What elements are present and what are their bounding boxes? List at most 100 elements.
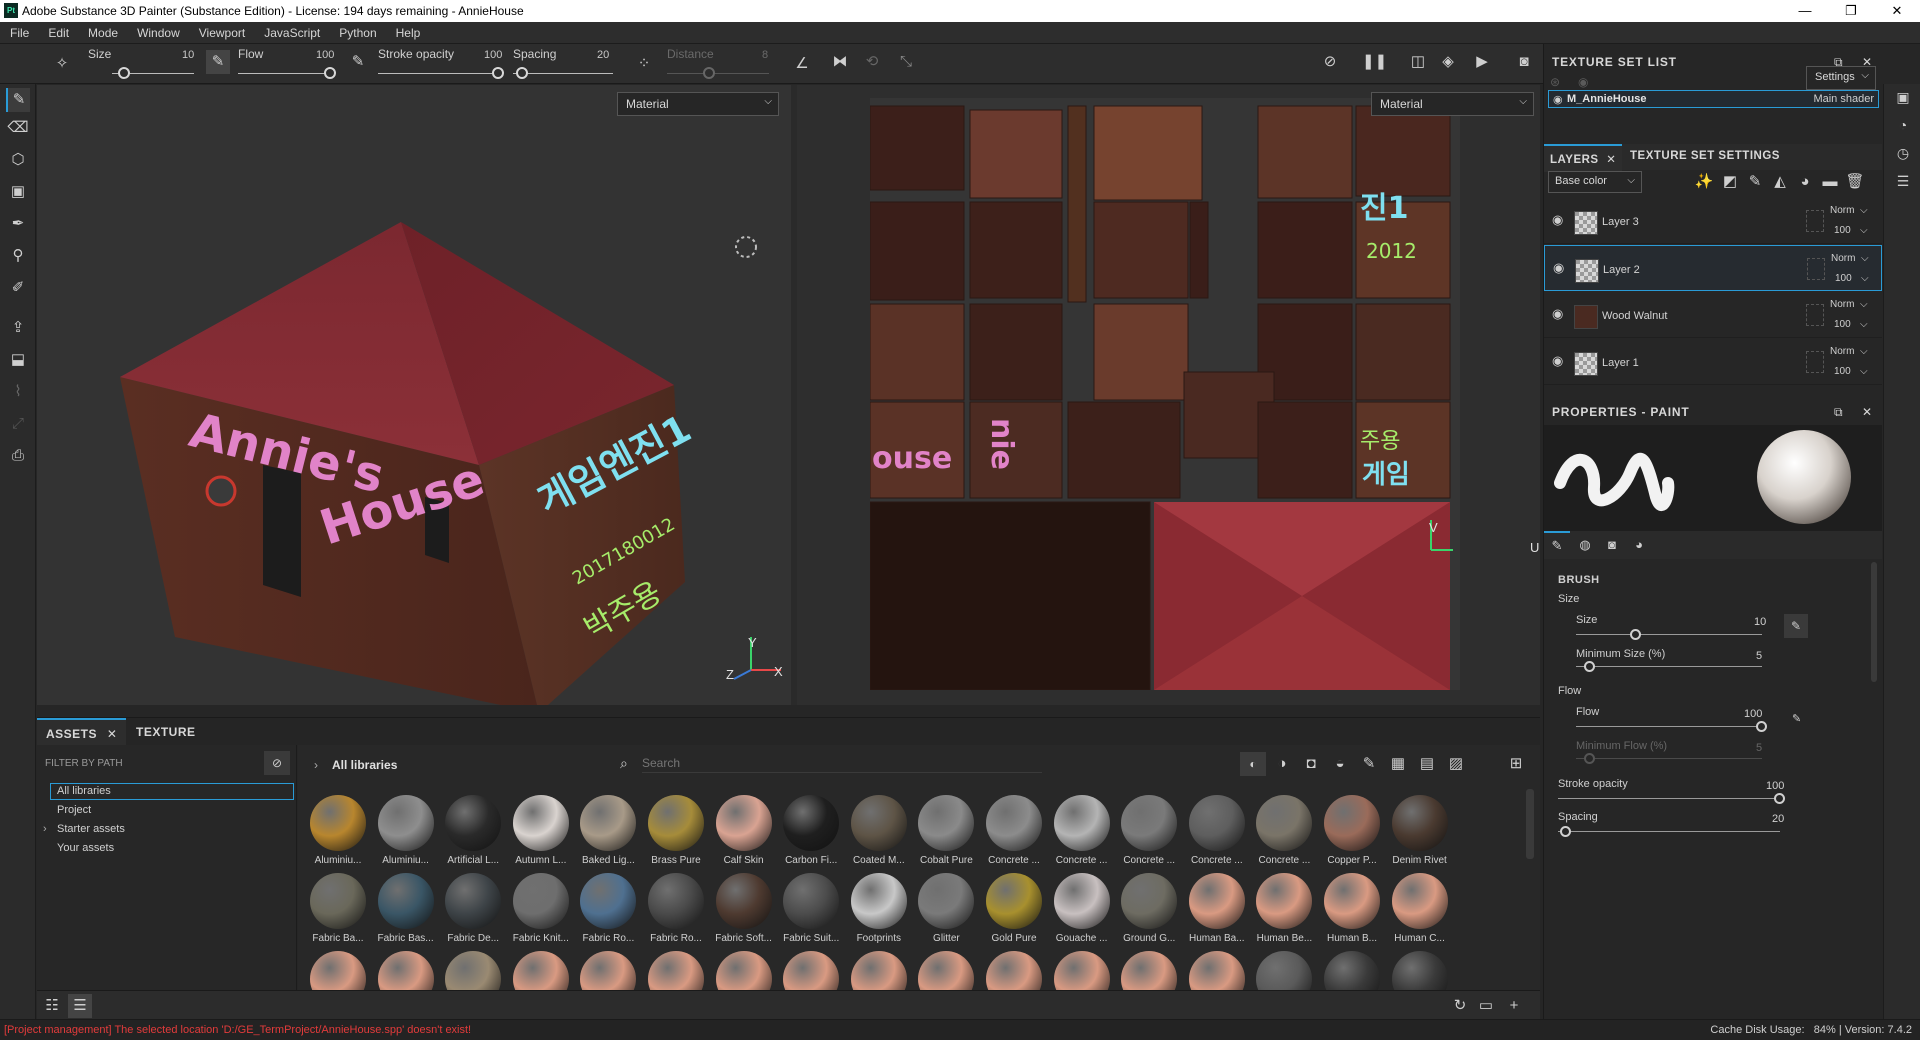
mirror-icon[interactable]: ⟲	[860, 50, 884, 74]
chevron-down-icon[interactable]: ⌵	[1860, 319, 1868, 330]
minimize-button[interactable]: —	[1782, 0, 1828, 22]
asset-item[interactable]: Fabric Ro...	[644, 873, 708, 951]
asset-item[interactable]	[847, 951, 911, 991]
detail-view-icon[interactable]: ☰	[68, 994, 92, 1018]
display-settings-icon[interactable]: ▣	[1892, 86, 1914, 108]
layer-blend-mode[interactable]: Norm	[1831, 253, 1855, 264]
layer-mask-slot[interactable]	[1806, 351, 1824, 373]
delete-layer-icon[interactable]: 🗑	[1843, 170, 1867, 194]
texture-set-item[interactable]: ◉ M_AnnieHouse Main shader	[1548, 90, 1879, 108]
asset-item[interactable]: Fabric Soft...	[712, 873, 776, 951]
asset-item[interactable]: Aluminiu...	[306, 795, 370, 873]
viewport-2d[interactable]: Material ⌵ 진1 2012 주용 게임 ouse nie V U	[797, 85, 1540, 705]
tab-texture[interactable]: TEXTURE	[127, 718, 205, 746]
flow-pressure-icon[interactable]: ✎	[1792, 712, 1801, 725]
prop-min-size-knob[interactable]	[1584, 661, 1595, 672]
smudge-icon[interactable]: ✒	[6, 212, 30, 236]
chevron-down-icon[interactable]: ⌵	[1860, 366, 1868, 377]
menu-edit[interactable]: Edit	[38, 22, 78, 44]
search-input[interactable]	[642, 753, 1042, 773]
asset-item[interactable]: Cobalt Pure	[914, 795, 978, 873]
brush-tab-icon[interactable]: ✎	[1544, 531, 1570, 559]
asset-item[interactable]: Denim Rivet	[1388, 795, 1452, 873]
menu-viewport[interactable]: Viewport	[189, 22, 254, 44]
add-fill-layer-icon[interactable]: ◭	[1768, 170, 1792, 194]
asset-item[interactable]: Glitter	[914, 873, 978, 951]
layer-row[interactable]: ◉ Layer 1 Norm 100 ⌵ ⌵	[1544, 339, 1882, 385]
asset-item[interactable]: Concrete ...	[1117, 795, 1181, 873]
hide-filter-icon[interactable]: ⊘	[264, 751, 290, 775]
layer-blend-mode[interactable]: Norm	[1830, 299, 1854, 310]
camera-icon[interactable]: ▶	[1470, 50, 1494, 74]
stroke-opacity-slider[interactable]	[378, 73, 500, 74]
asset-scrollbar[interactable]	[1526, 789, 1534, 859]
asset-item[interactable]: Ground G...	[1117, 873, 1181, 951]
filter-grids-icon[interactable]: ▤	[1415, 752, 1439, 776]
prop-stroke-opacity-slider[interactable]	[1558, 798, 1780, 799]
viewport-3d[interactable]: Material ⌵ Annie's House 게임엔진1 2017180012…	[37, 85, 791, 705]
layer-row[interactable]: ◉ Layer 3 Norm 100 ⌵ ⌵	[1544, 198, 1882, 244]
log-icon[interactable]: ☰	[1892, 170, 1914, 192]
paint-brush-icon[interactable]: ✎	[6, 88, 30, 112]
view-split-icon[interactable]: ◫	[1406, 50, 1430, 74]
add-effect-icon[interactable]: ✨	[1692, 170, 1716, 194]
menu-python[interactable]: Python	[329, 22, 385, 44]
prop-flow-slider[interactable]	[1576, 726, 1762, 727]
asset-item[interactable]: Human Be...	[1252, 873, 1316, 951]
pen-pressure-size-icon[interactable]: ✎	[206, 50, 230, 74]
asset-item[interactable]: Carbon Fi...	[779, 795, 843, 873]
filter-environments-icon[interactable]: ▨	[1444, 752, 1468, 776]
close-icon[interactable]: ✕	[107, 727, 118, 741]
asset-item[interactable]: Concrete ...	[1252, 795, 1316, 873]
hide-icon[interactable]: ⊘	[1318, 50, 1342, 74]
layer-opacity[interactable]: 100	[1834, 319, 1851, 330]
mesh-icon[interactable]: ⌇	[6, 380, 30, 404]
size-pressure-icon[interactable]: ✎	[1784, 614, 1808, 638]
layer-mask-slot[interactable]	[1806, 210, 1824, 232]
asset-item[interactable]: Footprints	[847, 873, 911, 951]
transform-icon[interactable]: ⤡	[894, 50, 918, 74]
prop-spacing-slider[interactable]	[1558, 831, 1780, 832]
stroke-opacity-slider-knob[interactable]	[492, 67, 504, 79]
filter-masks-icon[interactable]: ◘	[1299, 752, 1323, 776]
chevron-down-icon[interactable]: ⌵	[1860, 225, 1868, 236]
shader-settings-icon[interactable]: ◔	[1892, 114, 1914, 136]
close-icon[interactable]: ✕	[1606, 154, 1616, 166]
layer-row[interactable]: ◉ Layer 2 Norm 100 ⌵ ⌵	[1544, 245, 1882, 291]
eye-icon[interactable]: ◉	[1552, 212, 1563, 228]
close-button[interactable]: ✕	[1874, 0, 1920, 22]
filter-starter-assets[interactable]: Starter assets	[57, 823, 125, 835]
polygon-fill-icon[interactable]: ▣	[6, 180, 30, 204]
alpha-tab-icon[interactable]: ◍	[1572, 531, 1598, 559]
stencil-tab-icon[interactable]: ◙	[1599, 531, 1625, 559]
texture-set-view-icon[interactable]: ◉	[1578, 75, 1588, 89]
filter-all-libraries[interactable]: All libraries	[57, 785, 111, 797]
filter-brushes-icon[interactable]: ✎	[1357, 752, 1381, 776]
refresh-icon[interactable]: ↻	[1448, 994, 1472, 1018]
asset-item[interactable]	[1050, 951, 1114, 991]
asset-item[interactable]: Copper P...	[1320, 795, 1384, 873]
chevron-down-icon[interactable]: ⌵	[1860, 299, 1868, 310]
eye-icon[interactable]: ◉	[1552, 353, 1563, 369]
chevron-right-icon[interactable]: ›	[43, 823, 47, 835]
add-mask-icon[interactable]: ◩	[1718, 170, 1742, 194]
asset-item[interactable]	[1320, 951, 1384, 991]
channel-dropdown[interactable]: Base color ⌵	[1548, 171, 1642, 193]
layer-blend-mode[interactable]: Norm	[1830, 205, 1854, 216]
folder-icon[interactable]: ▭	[1474, 994, 1498, 1018]
asset-item[interactable]: Autumn L...	[509, 795, 573, 873]
properties-scrollbar[interactable]	[1871, 562, 1877, 682]
bake-icon[interactable]: ⇪	[6, 316, 30, 340]
pause-icon[interactable]: ❚❚	[1362, 50, 1387, 74]
eye-icon[interactable]: ◉	[1553, 260, 1564, 276]
asset-item[interactable]	[982, 951, 1046, 991]
asset-item[interactable]: Human C...	[1388, 873, 1452, 951]
prop-min-flow-knob[interactable]	[1584, 753, 1595, 764]
spacing-slider[interactable]	[513, 73, 613, 74]
history-icon[interactable]: ◷	[1892, 142, 1914, 164]
chevron-down-icon[interactable]: ⌵	[1861, 273, 1869, 284]
maximize-button[interactable]: ❐	[1828, 0, 1874, 22]
layer-mask-slot[interactable]	[1806, 304, 1824, 326]
asset-item[interactable]: Concrete ...	[1050, 795, 1114, 873]
lazy-mouse-icon[interactable]: ⁘	[632, 52, 656, 76]
